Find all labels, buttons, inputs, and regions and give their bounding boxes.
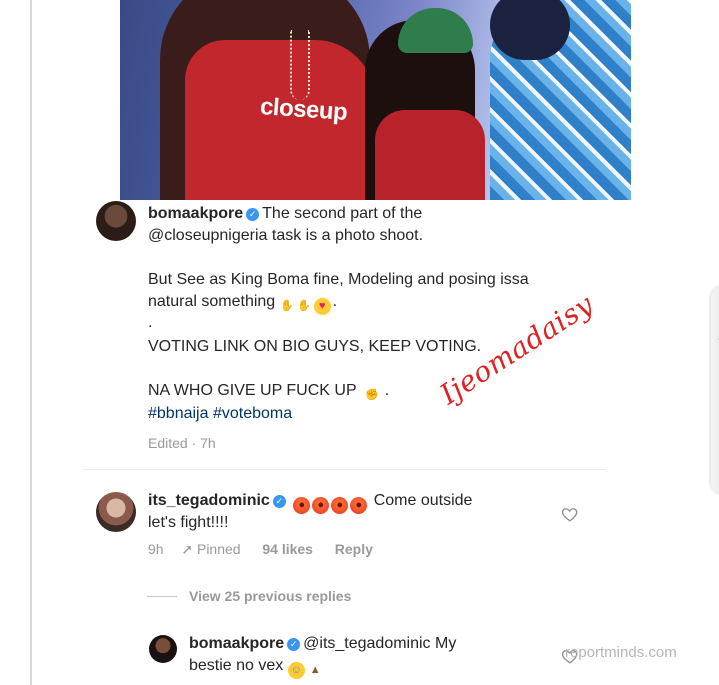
- post-author-name[interactable]: bomaakpore: [148, 205, 243, 222]
- post-caption-line5: .: [148, 314, 153, 331]
- phone-edge: ‹: [711, 285, 719, 495]
- flexed-biceps-emoji: ✊: [364, 389, 379, 401]
- heart-icon[interactable]: [561, 505, 579, 523]
- heart-eyes-emoji: ♥: [313, 298, 331, 315]
- post-caption-line1: bomaakpore ✓ The second part of the: [148, 205, 423, 222]
- verified-badge-icon: ✓: [272, 495, 286, 508]
- comment-pinned: Pinned: [196, 541, 241, 557]
- comment-author-avatar[interactable]: [96, 492, 136, 532]
- post-hashtags[interactable]: #bbnaija #voteboma: [148, 403, 292, 425]
- post-caption-line3: But See as King Boma fine, Modeling and …: [148, 271, 529, 288]
- post-caption-line2: @closeupnigeria task is a photo shoot.: [148, 227, 424, 244]
- verified-badge-icon: ✓: [287, 638, 301, 651]
- replies-line: [147, 596, 177, 597]
- view-previous-replies[interactable]: View 25 previous replies: [189, 588, 351, 604]
- tears-of-joy-emoji: ☺: [287, 662, 305, 679]
- post-caption-line6: VOTING LINK ON BIO GUYS, KEEP VOTING.: [148, 338, 482, 355]
- post-caption-line7: NA WHO GIVE UP FUCK UP ✊.: [148, 380, 389, 404]
- left-border: [30, 0, 32, 685]
- reply-author-name[interactable]: bomaakpore: [189, 635, 284, 652]
- post-edited-time: Edited · 7h: [148, 435, 216, 451]
- angry-face-emoji: ●: [331, 497, 349, 514]
- folded-hands-emoji: ▲: [309, 664, 321, 676]
- comment-time: 9h: [148, 541, 164, 557]
- post-author-avatar[interactable]: [96, 201, 136, 241]
- post-caption-line4: natural something ✋ ✋ ♥.: [148, 291, 337, 315]
- verified-badge-icon: ✓: [246, 208, 260, 221]
- reply-mention[interactable]: @its_tegadominic: [303, 635, 430, 652]
- reply-line1: bomaakpore ✓ @its_tegadominic My: [189, 635, 457, 652]
- comment-line2: let's fight!!!!: [148, 514, 229, 531]
- angry-face-emoji: ●: [312, 497, 330, 514]
- divider: [83, 469, 606, 470]
- raised-hands-emoji: ✋: [297, 300, 311, 312]
- post-photo[interactable]: closeup: [120, 0, 631, 200]
- pin-icon: ➚: [181, 541, 194, 557]
- comment-likes[interactable]: 94 likes: [262, 541, 313, 557]
- comment-line1: its_tegadominic ✓ ● ● ● ● Come outside: [148, 490, 472, 514]
- reply-line2: bestie no vex ☺ ▲: [189, 655, 326, 679]
- site-watermark: reportminds.com: [565, 644, 677, 661]
- photo-brand-text: closeup: [259, 92, 349, 127]
- angry-face-emoji: ●: [350, 497, 368, 514]
- comment-reply-button[interactable]: Reply: [335, 541, 373, 557]
- comment-author-name[interactable]: its_tegadominic: [148, 492, 270, 509]
- raised-hands-emoji: ✋: [280, 300, 294, 312]
- comment-meta: 9h ➚ Pinned 94 likes Reply: [148, 541, 373, 558]
- angry-face-emoji: ●: [293, 497, 311, 514]
- reply-author-avatar[interactable]: [149, 635, 177, 663]
